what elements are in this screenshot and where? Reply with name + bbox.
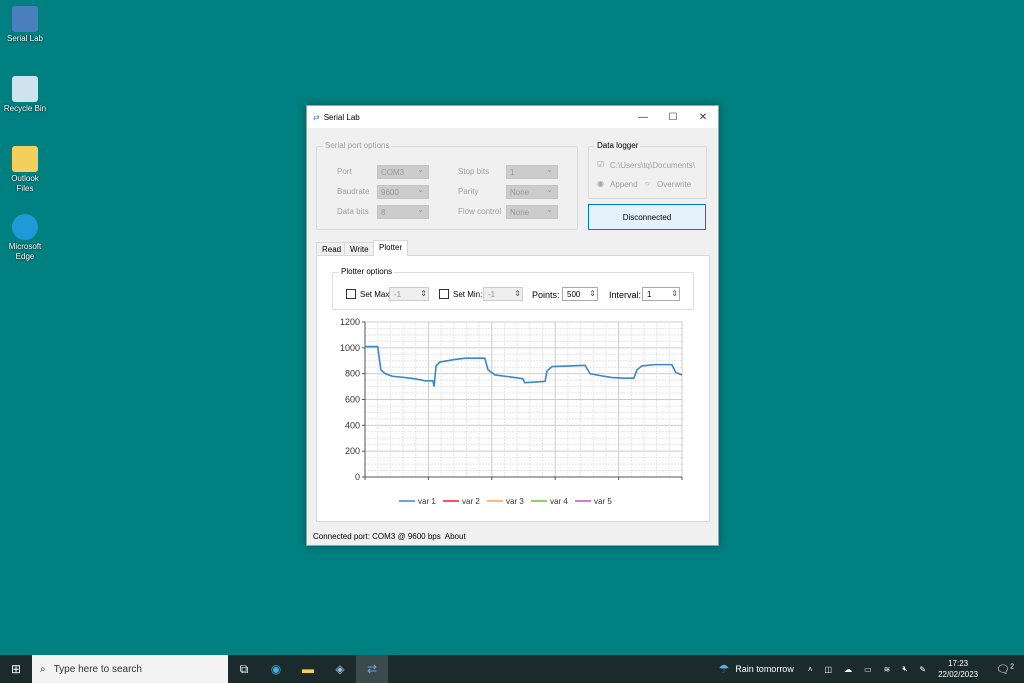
weather-text[interactable]: Rain tomorrow <box>735 664 794 674</box>
clock[interactable]: 17:23 22/02/2023 <box>938 658 978 680</box>
about-link[interactable]: About <box>445 532 466 541</box>
connect-button[interactable]: Disconnected <box>588 204 706 230</box>
desktop-icon-serial-lab[interactable]: Serial Lab <box>2 6 48 44</box>
close-button[interactable]: ✕ <box>688 112 718 123</box>
legend-label: var 2 <box>462 497 480 506</box>
port-select[interactable]: COM3 <box>377 165 429 179</box>
maximize-button[interactable]: ☐ <box>658 112 688 123</box>
legend-label: var 1 <box>418 497 436 506</box>
y-tick-label: 0 <box>355 472 360 482</box>
y-tick-label: 200 <box>345 446 360 456</box>
legend-label: var 3 <box>506 497 524 506</box>
serial-lab-icon <box>12 6 38 32</box>
task-view-icon[interactable]: ⧉ <box>228 655 260 683</box>
databits-select[interactable]: 8 <box>377 205 429 219</box>
folder-icon <box>12 146 38 172</box>
parity-select[interactable]: None <box>506 185 558 199</box>
flow-control-select[interactable]: None <box>506 205 558 219</box>
stopbits-select[interactable]: 1 <box>506 165 558 179</box>
desktop-icon-edge[interactable]: Microsoft Edge <box>2 214 48 262</box>
file-explorer-icon[interactable]: ▬ <box>292 655 324 683</box>
battery-icon[interactable]: ▭ <box>864 665 872 674</box>
serial-port-options-group: Serial port options Port COM3 Baudrate 9… <box>316 141 578 230</box>
desktop-icon-outlook-files[interactable]: Outlook Files <box>2 146 48 194</box>
app-taskbar-icon[interactable]: ◈ <box>324 655 356 683</box>
search-box[interactable]: ⌕ Type here to search <box>32 655 228 683</box>
series-line-var-1 <box>365 345 683 387</box>
tab-plotter[interactable]: Plotter <box>373 240 409 256</box>
status-text: Connected port: COM3 @ 9600 bps <box>313 532 441 541</box>
data-logger-group: Data logger ☑ C:\Users\tq\Documents\ ◉ A… <box>588 141 707 199</box>
tab-write[interactable]: Write <box>344 242 375 256</box>
desktop-icon-recycle-bin[interactable]: Recycle Bin <box>2 76 48 114</box>
y-tick-label: 1000 <box>340 343 360 353</box>
status-bar: Connected port: COM3 @ 9600 bps About <box>307 529 718 545</box>
y-tick-label: 800 <box>345 369 360 379</box>
taskbar: ⊞ ⌕ Type here to search ⧉ ◉ ▬ ◈ ⇄ ☂ Rain … <box>0 655 1024 683</box>
append-radio[interactable]: ◉ <box>597 179 604 188</box>
y-tick-label: 600 <box>345 395 360 405</box>
tab-read[interactable]: Read <box>316 242 348 256</box>
serial-lab-window: ⇄ Serial Lab — ☐ ✕ Serial port options P… <box>306 105 719 546</box>
logger-path: C:\Users\tq\Documents\ <box>610 161 695 170</box>
title-bar: ⇄ Serial Lab — ☐ ✕ <box>307 106 718 128</box>
pen-icon[interactable]: ✎ <box>919 665 926 674</box>
overwrite-radio[interactable]: ○ <box>645 179 650 188</box>
edge-taskbar-icon[interactable]: ◉ <box>260 655 292 683</box>
legend-label: var 5 <box>594 497 612 506</box>
edge-icon <box>12 214 38 240</box>
wifi-icon[interactable]: ≋ <box>884 665 891 674</box>
search-icon: ⌕ <box>40 663 46 675</box>
volume-muted-icon[interactable]: 🔇︎ <box>902 664 907 674</box>
weather-icon: ☂ <box>718 662 730 676</box>
y-tick-label: 400 <box>345 420 360 430</box>
recycle-bin-icon <box>12 76 38 102</box>
legend-label: var 4 <box>550 497 568 506</box>
baudrate-select[interactable]: 9600 <box>377 185 429 199</box>
plot-chart: 0 200 400 600 800 1000 1200 var 1 var 2 var 3 var … <box>340 317 683 506</box>
window-title: Serial Lab <box>323 112 360 122</box>
logger-checkbox[interactable]: ☑ <box>597 160 604 169</box>
y-tick-label: 1200 <box>340 317 360 327</box>
start-button[interactable]: ⊞ <box>0 655 32 683</box>
onedrive-icon[interactable]: ☁ <box>844 665 852 674</box>
app-icon: ⇄ <box>313 112 320 122</box>
chevron-up-icon[interactable]: ˄ <box>808 665 813 674</box>
serial-lab-taskbar-icon[interactable]: ⇄ <box>356 655 388 683</box>
notifications-icon[interactable]: 🗨︎2 <box>996 663 1014 676</box>
meet-icon[interactable]: ◫ <box>825 665 833 674</box>
plotter-panel: Plotter options Set Max: -1 Set Min: -1 … <box>316 255 710 522</box>
minimize-button[interactable]: — <box>628 112 658 123</box>
